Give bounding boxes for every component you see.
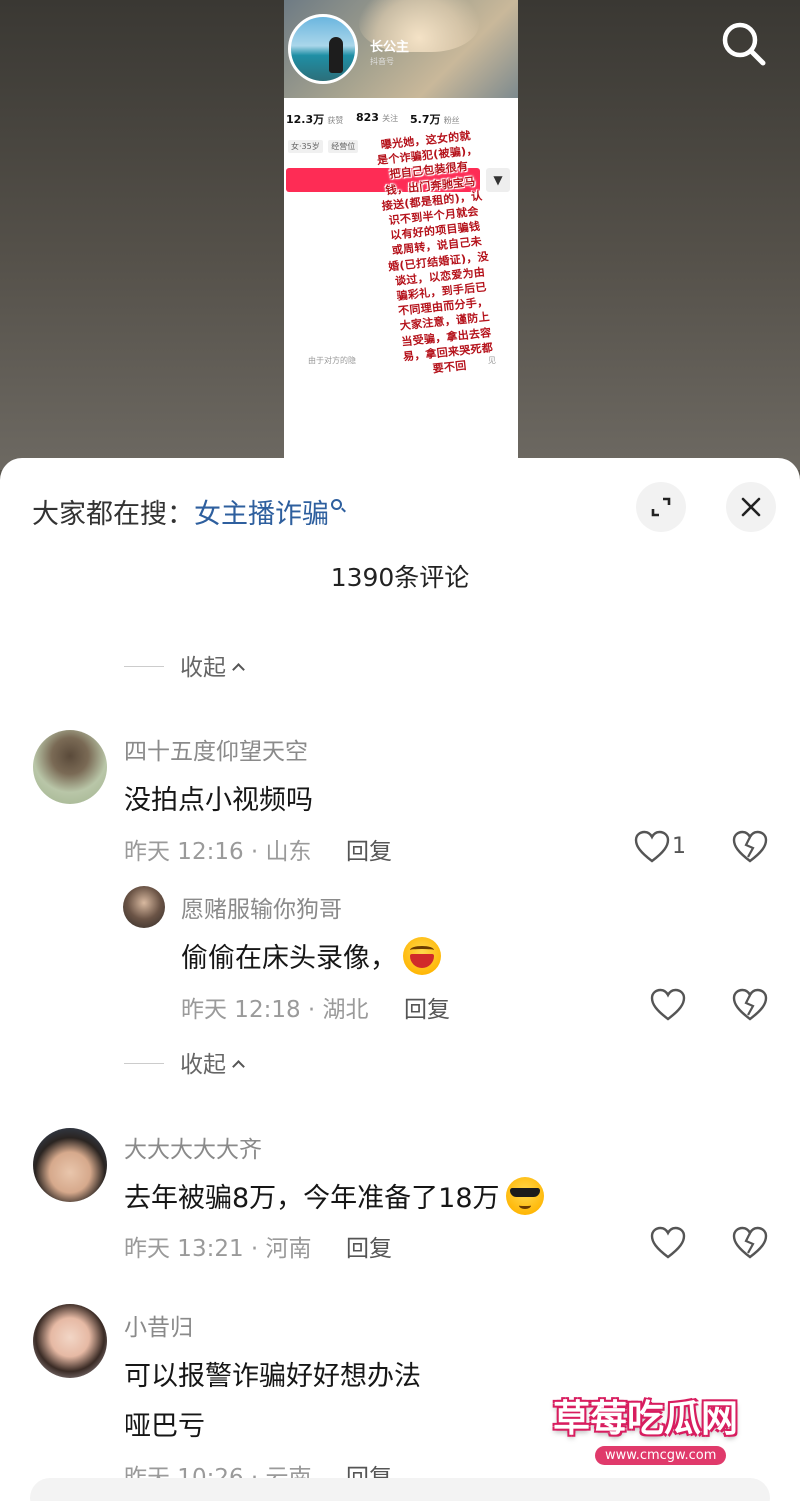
like-button[interactable] bbox=[650, 1226, 686, 1260]
comment-text: 没拍点小视频吗 bbox=[124, 785, 313, 816]
comment-text-line2: 哑巴亏 bbox=[124, 1411, 205, 1442]
broken-heart-icon bbox=[732, 830, 768, 863]
dislike-button[interactable] bbox=[732, 830, 768, 864]
divider bbox=[124, 666, 164, 667]
comment-count: 1390条评论 bbox=[330, 563, 470, 592]
site-watermark-logo: 草莓吃瓜网 www.cmcgw.com bbox=[545, 1380, 775, 1480]
comment-meta: 昨天 12:16 · 山东 bbox=[124, 839, 312, 865]
dislike-button[interactable] bbox=[732, 1226, 768, 1260]
avatar[interactable] bbox=[33, 730, 107, 804]
comment-text: 偷偷在床头录像， bbox=[181, 936, 441, 975]
heart-icon bbox=[634, 830, 670, 863]
comment-text: 可以报警诈骗好好想办法 bbox=[124, 1361, 421, 1392]
profile-avatar bbox=[288, 14, 358, 84]
profile-stats: 12.3万 获赞 823 关注 5.7万 粉丝 bbox=[284, 108, 518, 128]
reply-button[interactable]: 回复 bbox=[346, 1229, 392, 1263]
likes-label: 获赞 bbox=[327, 116, 344, 125]
profile-tag: 经营位 bbox=[328, 140, 359, 153]
avatar[interactable] bbox=[123, 886, 165, 928]
broken-heart-icon bbox=[732, 988, 768, 1021]
hot-search-banner[interactable]: 大家都在搜：女主播诈骗 bbox=[32, 492, 342, 531]
avatar[interactable] bbox=[33, 1128, 107, 1202]
reply-button[interactable]: 回复 bbox=[404, 990, 450, 1024]
hot-search-prefix: 大家都在搜： bbox=[32, 499, 194, 530]
divider bbox=[124, 1063, 164, 1064]
comment-username[interactable]: 小昔归 bbox=[124, 1308, 193, 1342]
hot-search-keyword[interactable]: 女主播诈骗 bbox=[194, 499, 329, 530]
avatar[interactable] bbox=[33, 1304, 107, 1378]
following-label: 关注 bbox=[382, 114, 399, 123]
expand-icon bbox=[651, 497, 671, 517]
video-overlay-caption: 曝光她，这女的就 是个诈骗犯(被骗)， 把自己包装很有 钱，出门奔驰宝马 接送(… bbox=[355, 126, 520, 383]
likes-count: 12.3万 bbox=[286, 113, 325, 126]
collapse-replies-button[interactable]: 收起 bbox=[124, 648, 245, 682]
laughing-emoji-icon bbox=[403, 937, 441, 975]
sunglasses-emoji-icon bbox=[505, 1177, 544, 1215]
collapse-replies-button[interactable]: 收起 bbox=[124, 1045, 245, 1079]
fans-label: 粉丝 bbox=[443, 116, 460, 125]
comment-text-body: 去年被骗8万，今年准备了18万 bbox=[124, 1183, 500, 1214]
profile-banner: 长公主 抖音号 bbox=[284, 0, 518, 98]
comment-meta: 昨天 13:21 · 河南 bbox=[124, 1236, 312, 1262]
watermark-title: 草莓吃瓜网 bbox=[553, 1397, 738, 1440]
comment-meta: 昨天 12:18 · 湖北 bbox=[181, 997, 369, 1023]
watermark-url: www.cmcgw.com bbox=[595, 1446, 727, 1465]
heart-icon bbox=[650, 1226, 686, 1259]
dislike-button[interactable] bbox=[732, 988, 768, 1022]
profile-tags: 女·35岁 经营位 bbox=[288, 140, 361, 153]
comment-username[interactable]: 大大大大大齐 bbox=[124, 1130, 262, 1164]
expand-button[interactable] bbox=[636, 482, 686, 532]
close-button[interactable] bbox=[726, 482, 776, 532]
comment-input-bar[interactable] bbox=[30, 1478, 770, 1501]
video-player[interactable]: 长公主 抖音号 12.3万 获赞 823 关注 5.7万 粉丝 女·35岁 经营… bbox=[0, 0, 800, 470]
like-count: 1 bbox=[672, 834, 686, 859]
profile-id-label: 抖音号 bbox=[370, 57, 394, 66]
like-button[interactable] bbox=[650, 988, 686, 1022]
collapse-label: 收起 bbox=[180, 1052, 226, 1078]
chevron-up-icon bbox=[232, 1060, 245, 1073]
close-icon bbox=[741, 497, 761, 517]
privacy-note: 由于对方的隐 bbox=[308, 356, 356, 365]
profile-tag: 女·35岁 bbox=[288, 140, 323, 153]
following-count: 823 bbox=[356, 111, 379, 124]
chevron-up-icon bbox=[232, 663, 245, 676]
reply-button[interactable]: 回复 bbox=[346, 832, 392, 866]
broken-heart-icon bbox=[732, 1226, 768, 1259]
profile-name: 长公主 bbox=[370, 40, 410, 55]
search-button[interactable] bbox=[716, 16, 772, 72]
comment-username[interactable]: 愿赌服输你狗哥 bbox=[181, 890, 342, 924]
fans-count: 5.7万 bbox=[410, 113, 441, 126]
collapse-label: 收起 bbox=[180, 655, 226, 681]
comment-text-body: 偷偷在床头录像， bbox=[181, 943, 397, 974]
search-icon bbox=[722, 22, 766, 66]
heart-icon bbox=[650, 988, 686, 1021]
comment-username[interactable]: 四十五度仰望天空 bbox=[124, 732, 308, 766]
comments-sheet: 大家都在搜：女主播诈骗 1390条评论 收起 四十五度仰望天空 没拍点小视频吗 … bbox=[0, 458, 800, 1501]
like-button[interactable] bbox=[634, 830, 670, 864]
comment-text: 去年被骗8万，今年准备了18万 bbox=[124, 1176, 544, 1215]
search-small-icon bbox=[331, 499, 342, 510]
